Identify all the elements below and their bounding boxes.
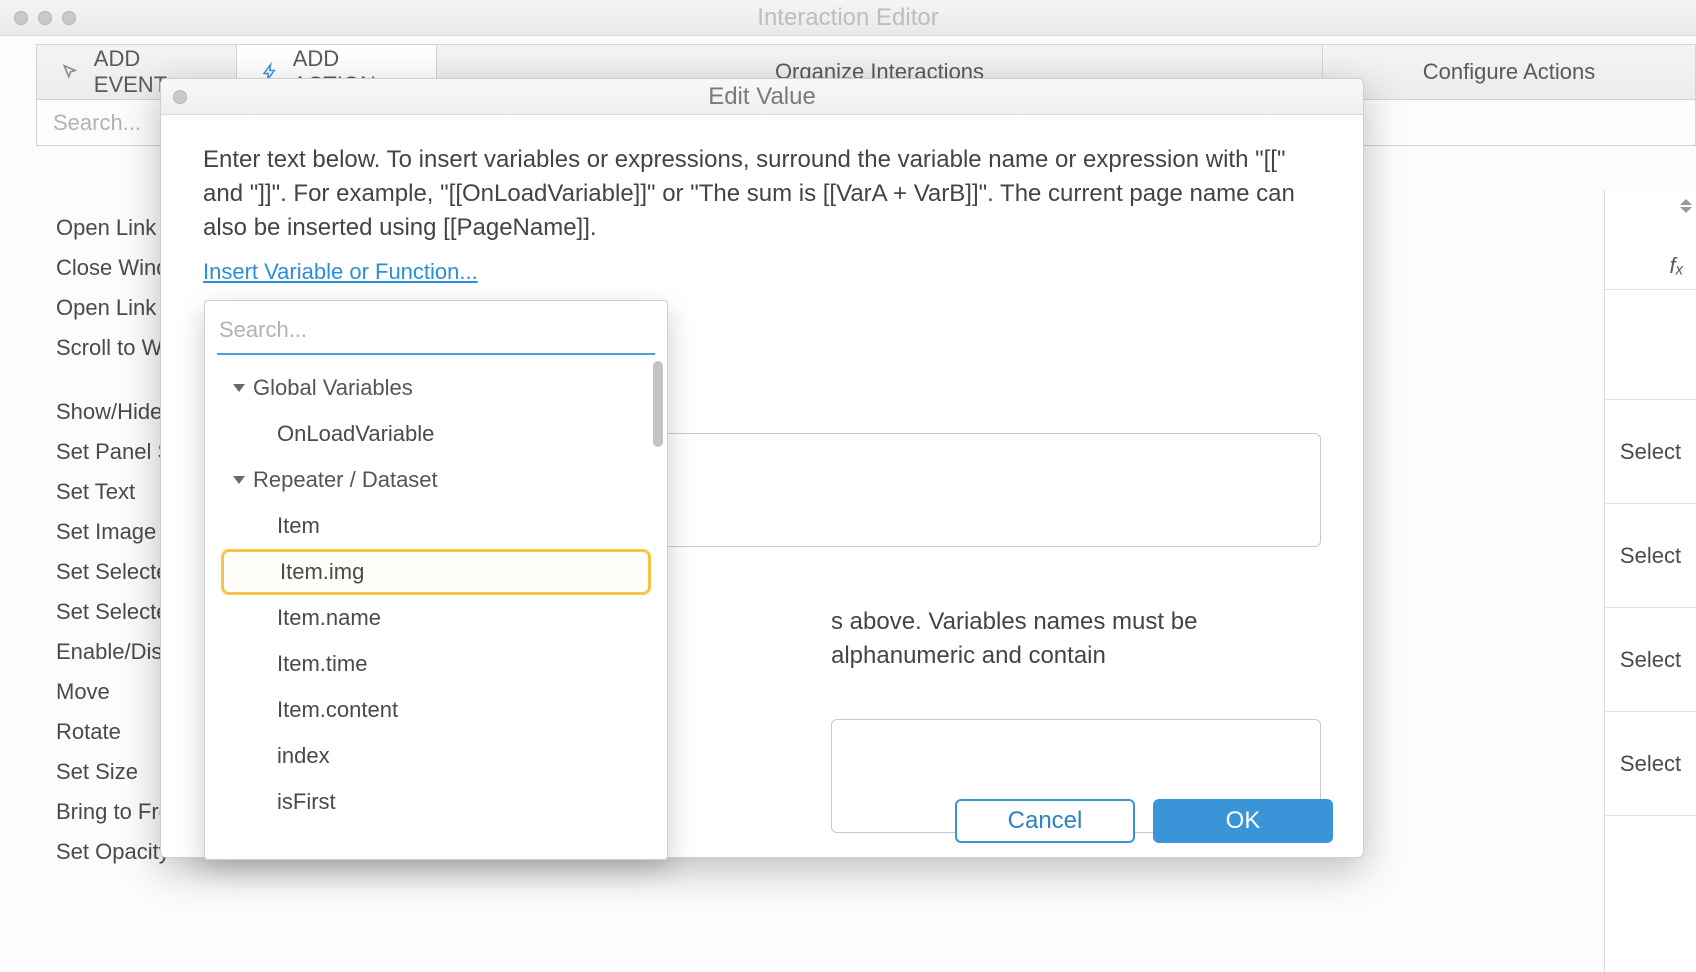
variable-dropdown: Global Variables OnLoadVariable Repeater… [204, 300, 668, 860]
tab-label: Configure Actions [1423, 59, 1595, 85]
variable-item[interactable]: Item.content [213, 687, 659, 733]
chevron-down-icon [1680, 207, 1692, 213]
variable-list: Global Variables OnLoadVariable Repeater… [205, 355, 667, 859]
variable-search-input[interactable] [217, 311, 655, 355]
modal-titlebar: Edit Value [161, 79, 1363, 115]
variable-item[interactable]: isFirst [213, 779, 659, 825]
insert-variable-link[interactable]: Insert Variable or Function... [203, 259, 478, 285]
variable-group-label: Global Variables [253, 375, 413, 401]
minimize-window-dot[interactable] [38, 11, 52, 25]
modal-title: Edit Value [161, 83, 1363, 111]
scroll-stepper[interactable] [1680, 200, 1692, 212]
variable-group[interactable]: Repeater / Dataset [213, 457, 659, 503]
close-window-dot[interactable] [14, 11, 28, 25]
variable-item[interactable]: OnLoadVariable [213, 411, 659, 457]
variable-item-highlighted[interactable]: Item.img [221, 549, 651, 595]
modal-description: Enter text below. To insert variables or… [203, 143, 1321, 245]
cursor-click-icon [61, 62, 80, 82]
variable-item[interactable]: Item [213, 503, 659, 549]
interaction-editor-title: Interaction Editor [0, 4, 1696, 32]
variable-search[interactable] [205, 301, 667, 355]
chevron-up-icon [1680, 199, 1692, 205]
zoom-window-dot[interactable] [62, 11, 76, 25]
tab-configure-actions[interactable]: Configure Actions [1323, 45, 1695, 99]
ok-button[interactable]: OK [1153, 799, 1333, 843]
variable-item[interactable]: index [213, 733, 659, 779]
cancel-button[interactable]: Cancel [955, 799, 1135, 843]
chevron-down-icon [233, 384, 245, 392]
outer-titlebar: Interaction Editor [0, 0, 1696, 36]
select-button[interactable]: Select [1605, 504, 1696, 608]
select-button[interactable]: Select [1605, 400, 1696, 504]
chevron-down-icon [233, 476, 245, 484]
select-button[interactable]: Select [1605, 608, 1696, 712]
variable-group[interactable]: Global Variables [213, 365, 659, 411]
select-button[interactable]: Select [1605, 712, 1696, 816]
variable-item[interactable]: Item.name [213, 595, 659, 641]
modal-actions: Cancel OK [955, 799, 1333, 843]
variable-group-label: Repeater / Dataset [253, 467, 438, 493]
configure-right-rail: fₓ Select Select Select Select [1604, 190, 1696, 972]
window-controls [14, 11, 76, 25]
variable-item[interactable]: Item.time [213, 641, 659, 687]
local-vars-hint: s above. Variables names must be alphanu… [831, 605, 1321, 673]
